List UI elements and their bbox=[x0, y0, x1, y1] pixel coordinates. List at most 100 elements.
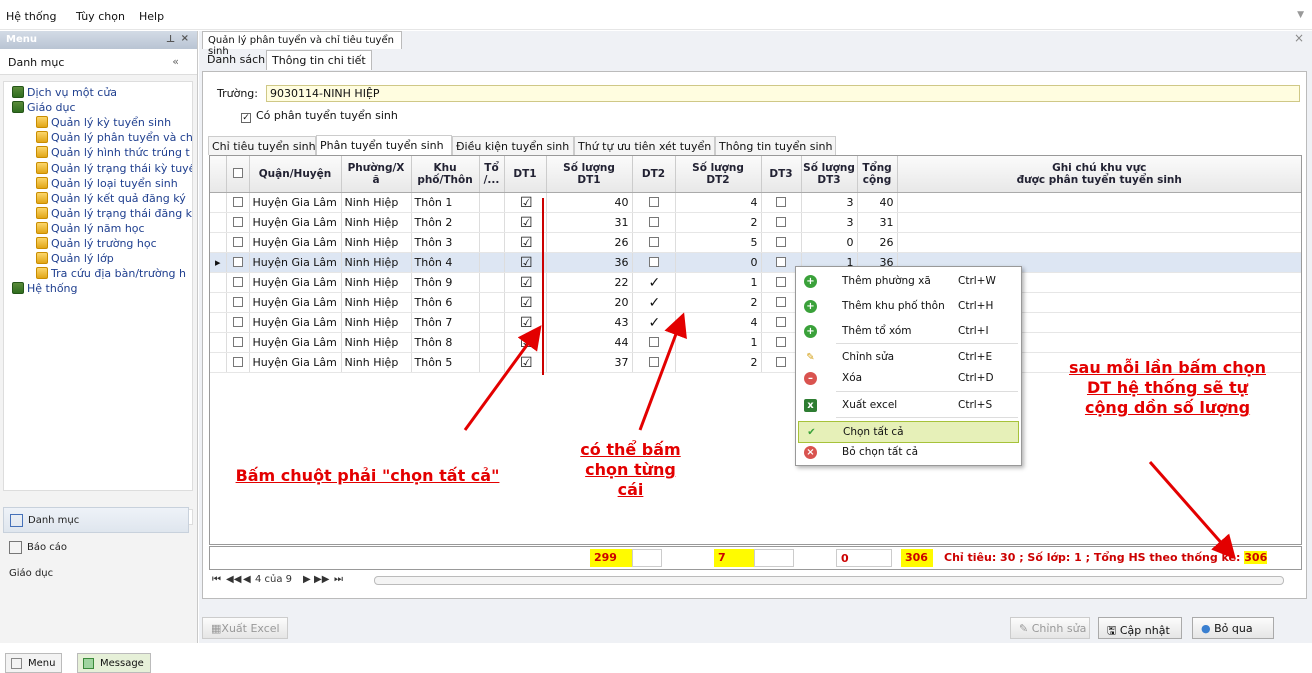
cell-tong[interactable]: 26 bbox=[857, 232, 898, 253]
checkbox-icon[interactable] bbox=[648, 256, 659, 267]
table-row[interactable]: ▸ Huyện Gia Lâm Ninh Hiệp Thôn 4 ☑ 36 0 1 36 bbox=[210, 252, 1301, 273]
update-button[interactable]: 🖫 Cập nhật bbox=[1098, 617, 1182, 639]
col-so-luong-dt1[interactable]: Số lượng DT1 bbox=[546, 156, 633, 193]
checkbox-icon[interactable] bbox=[232, 296, 243, 307]
document-tab[interactable]: Quản lý phân tuyển và chỉ tiêu tuyển sin… bbox=[202, 31, 402, 57]
checkbox-icon[interactable] bbox=[648, 196, 659, 207]
checkbox-icon[interactable] bbox=[776, 276, 786, 287]
cell-dt2[interactable]: ✓ bbox=[632, 272, 676, 293]
cell-quan[interactable]: Huyện Gia Lâm bbox=[249, 352, 342, 373]
cancel-button[interactable]: ● Bỏ qua bbox=[1192, 617, 1274, 639]
cell-empty[interactable] bbox=[479, 212, 505, 233]
tree-item[interactable]: Quản lý phân tuyển và ch bbox=[36, 131, 192, 145]
edit-button[interactable]: ✎ Chỉnh sửa bbox=[1010, 617, 1090, 639]
cell-thon[interactable]: Thôn 6 bbox=[411, 292, 480, 313]
context-menu-item[interactable]: + Thêm phường xã Ctrl+W bbox=[798, 271, 1019, 293]
tree-item[interactable]: Dịch vụ một cửa bbox=[12, 86, 117, 100]
cell-thon[interactable]: Thôn 5 bbox=[411, 352, 480, 373]
tab-message[interactable]: Message bbox=[77, 653, 151, 673]
tree-item[interactable]: Quản lý kết quả đăng ký bbox=[36, 191, 186, 206]
cell-quan[interactable]: Huyện Gia Lâm bbox=[249, 272, 342, 293]
cell-sl1[interactable]: 22 bbox=[546, 272, 633, 293]
table-row[interactable]: Huyện Gia Lâm Ninh Hiệp Thôn 7 ☑ 43 ✓ 4 bbox=[210, 312, 1301, 333]
cell-dt2[interactable]: ✓ bbox=[632, 292, 676, 313]
cell-sl1[interactable]: 31 bbox=[546, 212, 633, 233]
cell-empty[interactable] bbox=[479, 252, 505, 273]
tree-item[interactable]: Quản lý trường học bbox=[36, 237, 157, 251]
checkbox-icon[interactable] bbox=[776, 256, 786, 267]
cell-phuong[interactable]: Ninh Hiệp bbox=[341, 252, 412, 273]
cell-sl1[interactable]: 44 bbox=[546, 332, 633, 353]
checkbox-icon[interactable] bbox=[776, 196, 786, 207]
cell-dt2[interactable] bbox=[632, 212, 676, 233]
tab-phan-tuyen[interactable]: Phân tuyển tuyển sinh bbox=[316, 135, 452, 155]
cell-empty[interactable] bbox=[479, 272, 505, 293]
row-select-cell[interactable] bbox=[226, 252, 250, 273]
checkbox-icon[interactable] bbox=[232, 356, 243, 367]
close-document-icon[interactable]: × bbox=[1294, 31, 1304, 45]
cell-dt1[interactable]: ☑ bbox=[504, 232, 547, 253]
context-menu-item[interactable]: – Xóa Ctrl+D bbox=[798, 368, 1019, 390]
cell-dt2[interactable] bbox=[632, 252, 676, 273]
col-so-luong-dt3[interactable]: Số lượng DT3 bbox=[801, 156, 858, 193]
col-so-luong-dt2[interactable]: Số lượng DT2 bbox=[675, 156, 762, 193]
checkbox-icon[interactable] bbox=[776, 296, 786, 307]
checkbox-icon[interactable]: ☑ bbox=[520, 316, 533, 330]
cell-phuong[interactable]: Ninh Hiệp bbox=[341, 212, 412, 233]
checkbox-icon[interactable] bbox=[776, 216, 786, 227]
row-select-cell[interactable] bbox=[226, 292, 250, 313]
table-row[interactable]: Huyện Gia Lâm Ninh Hiệp Thôn 8 ☑ 44 1 bbox=[210, 332, 1301, 353]
cell-quan[interactable]: Huyện Gia Lâm bbox=[249, 212, 342, 233]
checkbox-icon[interactable] bbox=[232, 216, 243, 227]
cell-sl1[interactable]: 43 bbox=[546, 312, 633, 333]
col-dt3[interactable]: DT3 bbox=[761, 156, 802, 193]
row-select-cell[interactable] bbox=[226, 352, 250, 373]
cell-sl2[interactable]: 4 bbox=[675, 192, 762, 213]
checkbox-icon[interactable] bbox=[232, 196, 243, 207]
cell-quan[interactable]: Huyện Gia Lâm bbox=[249, 332, 342, 353]
checkbox-icon[interactable] bbox=[776, 236, 786, 247]
checkbox-icon[interactable]: ☑ bbox=[520, 336, 533, 350]
cell-dt1[interactable]: ☑ bbox=[504, 292, 547, 313]
cell-phuong[interactable]: Ninh Hiệp bbox=[341, 292, 412, 313]
cell-phuong[interactable]: Ninh Hiệp bbox=[341, 332, 412, 353]
checkbox-icon[interactable] bbox=[648, 336, 659, 347]
context-menu-item[interactable]: x Xuất excel Ctrl+S bbox=[798, 395, 1019, 417]
close-icon[interactable]: × bbox=[181, 33, 189, 44]
nav-giao-duc[interactable]: Giáo dục bbox=[3, 561, 189, 587]
cell-dt3[interactable] bbox=[761, 232, 802, 253]
cell-quan[interactable]: Huyện Gia Lâm bbox=[249, 192, 342, 213]
checkbox-icon[interactable]: ☑ bbox=[520, 216, 533, 230]
checkbox-icon[interactable] bbox=[232, 236, 243, 247]
row-select-cell[interactable] bbox=[226, 272, 250, 293]
cell-dt1[interactable]: ☑ bbox=[504, 272, 547, 293]
nav-danh-muc[interactable]: Danh mục bbox=[3, 507, 189, 533]
tree-item[interactable]: Quản lý loại tuyển sinh bbox=[36, 176, 178, 191]
checkbox-icon[interactable]: ✓ bbox=[649, 316, 661, 330]
cell-phuong[interactable]: Ninh Hiệp bbox=[341, 312, 412, 333]
checkbox-icon[interactable] bbox=[648, 236, 659, 247]
tab-dieu-kien[interactable]: Điều kiện tuyển sinh bbox=[452, 136, 574, 155]
export-excel-button[interactable]: ▦Xuất Excel bbox=[202, 617, 288, 639]
cell-quan[interactable]: Huyện Gia Lâm bbox=[249, 312, 342, 333]
next-record-icon[interactable]: ▶ bbox=[303, 574, 311, 585]
pin-icon[interactable]: ⊥ bbox=[166, 34, 175, 45]
cell-sl3[interactable]: 3 bbox=[801, 212, 858, 233]
cell-thon[interactable]: Thôn 1 bbox=[411, 192, 480, 213]
tree-item[interactable]: Tra cứu địa bàn/trường h bbox=[36, 267, 186, 281]
tab-danh-sach[interactable]: Danh sách bbox=[202, 50, 270, 70]
tab-menu[interactable]: Menu bbox=[5, 653, 63, 673]
tab-chi-tieu[interactable]: Chỉ tiêu tuyển sinh bbox=[208, 136, 316, 155]
table-row[interactable]: Huyện Gia Lâm Ninh Hiệp Thôn 2 ☑ 31 2 3 31 bbox=[210, 212, 1301, 233]
tree-item[interactable]: Quản lý lớp bbox=[36, 252, 114, 266]
tree-item[interactable]: Quản lý kỳ tuyển sinh bbox=[36, 116, 171, 130]
grid-horizontal-scrollbar[interactable] bbox=[374, 576, 1284, 585]
checkbox-icon[interactable] bbox=[232, 276, 243, 287]
tree-item[interactable]: Quản lý hình thức trúng t bbox=[36, 146, 190, 160]
col-khu-pho-thon[interactable]: Khu phố/Thôn bbox=[411, 156, 480, 193]
cell-dt1[interactable]: ☑ bbox=[504, 212, 547, 233]
cell-dt1[interactable]: ☑ bbox=[504, 332, 547, 353]
select-all-header[interactable] bbox=[226, 156, 250, 193]
cell-sl2[interactable]: 1 bbox=[675, 332, 762, 353]
tree-item[interactable]: Giáo dục bbox=[12, 101, 76, 115]
